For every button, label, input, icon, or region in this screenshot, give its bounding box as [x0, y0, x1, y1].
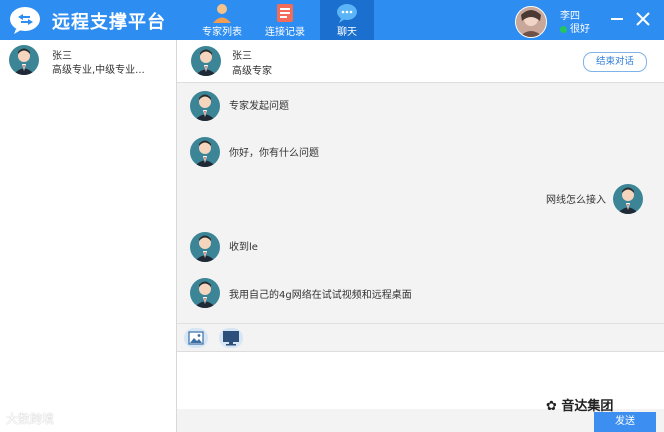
message-avatar: [613, 184, 643, 214]
tab-chat[interactable]: 聊天: [320, 0, 374, 40]
message-avatar: [190, 91, 220, 121]
tab-connection-records[interactable]: 连接记录: [258, 0, 312, 40]
composer-toolbar: [177, 323, 664, 352]
message-text: 网线怎么接入: [546, 195, 606, 206]
close-icon[interactable]: [634, 10, 652, 28]
image-icon: [188, 331, 204, 345]
tab-label: 专家列表: [202, 27, 242, 38]
tab-label: 连接记录: [265, 27, 305, 38]
message-avatar: [190, 278, 220, 308]
remote-desktop-button[interactable]: [219, 328, 243, 348]
send-image-button[interactable]: [184, 328, 208, 348]
monitor-icon: [223, 331, 239, 346]
chat-partner-name: 张三: [232, 51, 252, 62]
contact-sidebar: 张三 高级专业,中级专业...: [0, 40, 177, 432]
chat-partner-role: 高级专家: [232, 66, 272, 77]
wechat-icon: ✿: [546, 399, 562, 414]
chat-partner-avatar: [191, 46, 221, 76]
message-text: 专家发起问题: [229, 101, 289, 112]
watermark-right: ✿ 音达集团: [546, 399, 614, 414]
contact-description: 高级专业,中级专业...: [52, 65, 145, 76]
message-avatar: [190, 137, 220, 167]
top-bar: 远程支撑平台 专家列表 连接记录 聊天 李四 很好: [0, 0, 664, 40]
chat-header: 张三 高级专家 结束对话: [177, 40, 664, 83]
tab-expert-list[interactable]: 专家列表: [196, 0, 248, 40]
app-title: 远程支撑平台: [52, 12, 166, 33]
user-avatar[interactable]: [515, 6, 547, 38]
user-status: 很好: [560, 20, 590, 35]
user-status-text: 很好: [570, 24, 590, 35]
tab-label: 聊天: [337, 27, 357, 38]
record-icon: [277, 4, 293, 22]
chat-icon: [337, 4, 357, 23]
expert-icon: [213, 4, 231, 23]
send-button[interactable]: 发送: [594, 412, 656, 432]
message-avatar: [190, 232, 220, 262]
app-logo-icon: [10, 7, 40, 34]
minimize-icon[interactable]: [608, 10, 626, 28]
end-conversation-button[interactable]: 结束对话: [583, 52, 647, 72]
message-list: 专家发起问题 你好，你有什么问题 网线怎么接入 收到le 我用自己的4g网络在试…: [177, 83, 664, 323]
message-text: 收到le: [229, 242, 258, 253]
message-text: 我用自己的4g网络在试试视频和远程桌面: [229, 290, 412, 301]
contact-item[interactable]: 张三 高级专业,中级专业...: [0, 40, 176, 80]
contact-avatar: [9, 45, 39, 75]
contact-name: 张三: [52, 51, 72, 62]
watermark-left: 大数跨境: [6, 412, 55, 426]
status-dot-icon: [560, 25, 567, 33]
message-text: 你好，你有什么问题: [229, 148, 319, 159]
